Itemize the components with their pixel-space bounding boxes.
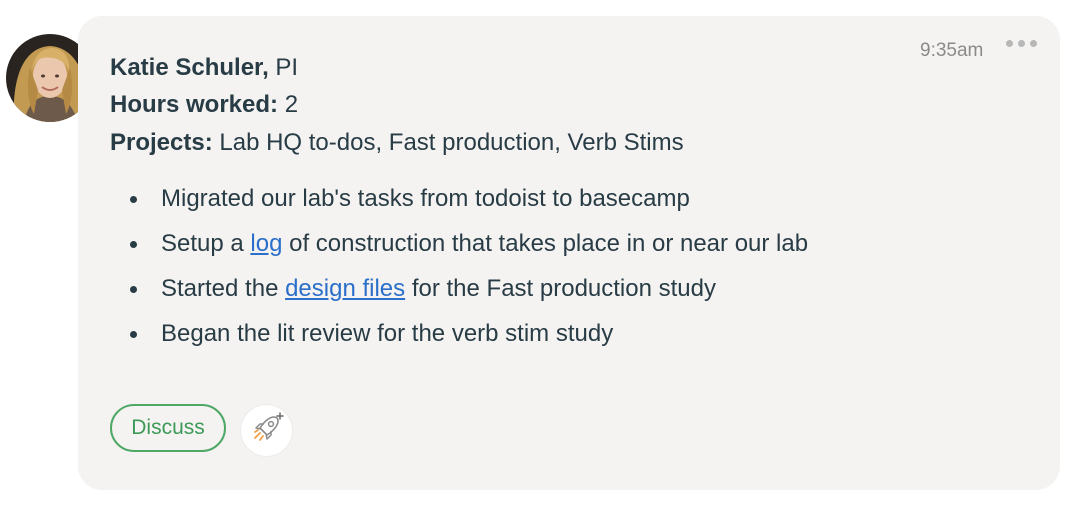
projects-line: Projects: Lab HQ to-dos, Fast production…	[110, 131, 684, 155]
boost-button[interactable]	[241, 405, 292, 456]
accomplishments-list: Migrated our lab's tasks from todoist to…	[110, 180, 808, 360]
author-name[interactable]: Katie Schuler,	[110, 54, 269, 81]
author-line: Katie Schuler, PI	[110, 56, 298, 80]
list-item-text: Setup a	[161, 230, 251, 257]
list-item-text: for the Fast production study	[405, 275, 716, 302]
list-item-text: Started the	[161, 275, 286, 302]
list-item-text: Migrated our lab's tasks from todoist to…	[161, 185, 690, 212]
discuss-button[interactable]: Discuss	[110, 404, 226, 452]
list-item: Setup a log of construction that takes p…	[110, 225, 808, 270]
list-item: Began the lit review for the verb stim s…	[110, 315, 808, 360]
list-item-text: Began the lit review for the verb stim s…	[161, 320, 614, 347]
list-item: Started the design files for the Fast pr…	[110, 270, 808, 315]
post-timestamp: 9:35am	[920, 40, 984, 61]
hours-label: Hours worked:	[110, 91, 279, 118]
author-role: PI	[275, 54, 299, 81]
log-link[interactable]: log	[250, 230, 282, 257]
hours-worked-line: Hours worked: 2	[110, 93, 298, 117]
list-item-text: of construction that takes place in or n…	[282, 230, 809, 257]
rocket-boost-icon	[250, 411, 284, 450]
projects-label: Projects:	[110, 129, 213, 156]
design-files-link[interactable]: design files	[285, 275, 405, 302]
list-item: Migrated our lab's tasks from todoist to…	[110, 180, 808, 225]
hours-value: 2	[284, 91, 299, 118]
projects-value: Lab HQ to-dos, Fast production, Verb Sti…	[219, 129, 684, 156]
more-options-icon[interactable]	[1006, 38, 1046, 48]
